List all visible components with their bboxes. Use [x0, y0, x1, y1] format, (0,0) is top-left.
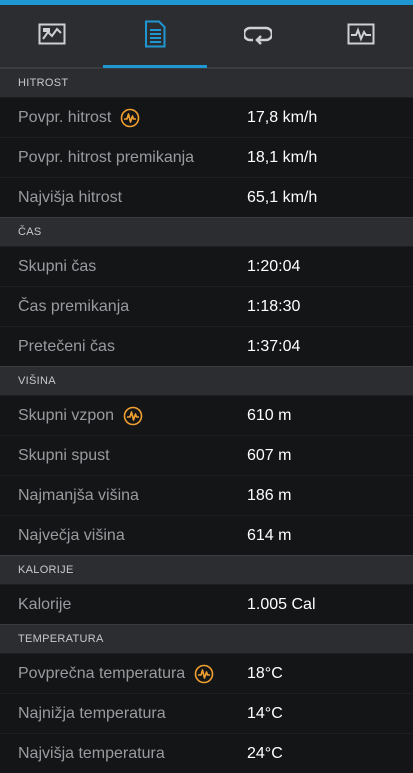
- stat-value: 610 m: [247, 406, 292, 424]
- stat-label-cell: Pretečeni čas: [0, 338, 247, 356]
- map-icon: [38, 23, 66, 50]
- stat-label-cell: Povprečna temperatura: [0, 664, 247, 684]
- stat-value: 1.005 Cal: [247, 595, 316, 613]
- section-header: HITROST: [0, 68, 413, 97]
- trend-graph-icon[interactable]: [194, 664, 214, 684]
- stat-label: Pretečeni čas: [18, 337, 115, 355]
- stat-label: Skupni spust: [18, 446, 110, 464]
- stat-label: Povpr. hitrost: [18, 108, 112, 126]
- tab-bar: [0, 5, 413, 68]
- stat-row: Povprečna temperatura 18°C: [0, 653, 413, 693]
- stat-label-cell: Kalorije: [0, 596, 247, 614]
- stat-row: Skupni spust 607 m: [0, 435, 413, 475]
- stat-row: Povpr. hitrost premikanja 18,1 km/h: [0, 137, 413, 177]
- graph-icon: [347, 23, 375, 50]
- stat-value: 65,1 km/h: [247, 188, 318, 206]
- stat-row: Najnižja temperatura 14°C: [0, 693, 413, 733]
- tab-statistics[interactable]: [103, 5, 207, 68]
- stat-label: Najvišja hitrost: [18, 188, 123, 206]
- stat-label: Največja višina: [18, 526, 125, 544]
- stat-value: 24°C: [247, 744, 283, 762]
- stat-value: 607 m: [247, 446, 292, 464]
- stat-row: Pretečeni čas 1:37:04: [0, 326, 413, 366]
- document-list-icon: [144, 20, 166, 53]
- stat-label-cell: Čas premikanja: [0, 298, 247, 316]
- stat-label-cell: Najvišja hitrost: [0, 189, 247, 207]
- stat-label-cell: Skupni čas: [0, 258, 247, 276]
- stat-value: 186 m: [247, 486, 292, 504]
- section-header: KALORIJE: [0, 555, 413, 584]
- stat-label: Najmanjša višina: [18, 486, 139, 504]
- loop-icon: [242, 23, 274, 50]
- stat-label-cell: Povpr. hitrost: [0, 108, 247, 128]
- stat-label: Povpr. hitrost premikanja: [18, 148, 195, 166]
- stat-value: 614 m: [247, 526, 292, 544]
- stat-row: Skupni čas 1:20:04: [0, 246, 413, 286]
- section-header: VIŠINA: [0, 366, 413, 395]
- stat-row: Čas premikanja 1:18:30: [0, 286, 413, 326]
- stat-value: 1:37:04: [247, 337, 301, 355]
- tab-map[interactable]: [0, 5, 103, 67]
- stat-value: 18°C: [247, 664, 283, 682]
- stat-label: Najvišja temperatura: [18, 744, 165, 762]
- statistics-list: HITROST Povpr. hitrost 17,8 km/h Povpr. hit…: [0, 68, 413, 773]
- stat-row: Skupni vzpon 610 m: [0, 395, 413, 435]
- stat-label-cell: Najvišja temperatura: [0, 745, 247, 763]
- section-header: ČAS: [0, 217, 413, 246]
- trend-graph-icon[interactable]: [120, 108, 140, 128]
- stat-value: 1:20:04: [247, 257, 301, 275]
- stat-row: Kalorije 1.005 Cal: [0, 584, 413, 624]
- tab-graph[interactable]: [310, 5, 413, 67]
- stat-label-cell: Povpr. hitrost premikanja: [0, 149, 247, 167]
- stat-label-cell: Skupni vzpon: [0, 406, 247, 426]
- stat-row: Povpr. hitrost 17,8 km/h: [0, 97, 413, 137]
- stat-label-cell: Skupni spust: [0, 447, 247, 465]
- stat-label: Povprečna temperatura: [18, 664, 186, 682]
- stat-row: Najvišja temperatura 24°C: [0, 733, 413, 773]
- stat-label: Skupni vzpon: [18, 406, 115, 424]
- stat-value: 1:18:30: [247, 297, 301, 315]
- stat-row: Najvišja hitrost 65,1 km/h: [0, 177, 413, 217]
- stat-value: 17,8 km/h: [247, 108, 318, 126]
- stat-label: Skupni čas: [18, 257, 97, 275]
- section-header: TEMPERATURA: [0, 624, 413, 653]
- stat-label: Najnižja temperatura: [18, 704, 166, 722]
- stat-label-cell: Najmanjša višina: [0, 487, 247, 505]
- stat-label-cell: Največja višina: [0, 527, 247, 545]
- stat-row: Najmanjša višina 186 m: [0, 475, 413, 515]
- trend-graph-icon[interactable]: [123, 406, 143, 426]
- stat-label-cell: Najnižja temperatura: [0, 705, 247, 723]
- stat-value: 14°C: [247, 704, 283, 722]
- stat-row: Največja višina 614 m: [0, 515, 413, 555]
- tab-laps[interactable]: [207, 5, 310, 67]
- stat-value: 18,1 km/h: [247, 148, 318, 166]
- stat-label: Čas premikanja: [18, 297, 130, 315]
- stat-label: Kalorije: [18, 595, 72, 613]
